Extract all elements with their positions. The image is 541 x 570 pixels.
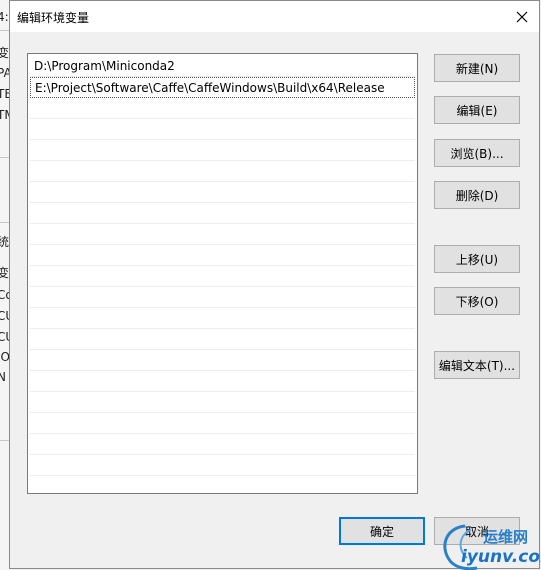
close-icon [516,11,528,22]
list-item-empty[interactable] [30,245,415,266]
background-text: 变 [0,266,10,280]
list-item-empty[interactable] [30,455,415,476]
list-item-empty[interactable] [30,329,415,350]
list-item-empty[interactable] [30,392,415,413]
watermark-url: iyunv.com [461,547,541,567]
list-item-empty[interactable] [30,119,415,140]
list-item[interactable]: E:\Project\Software\Caffe\CaffeWindows\B… [30,77,415,98]
list-item-empty[interactable] [30,350,415,371]
list-item-empty[interactable] [30,371,415,392]
watermark-text: 运维网 [483,528,529,546]
list-item-empty[interactable] [30,140,415,161]
list-item-empty[interactable] [30,224,415,245]
delete-button[interactable]: 删除(D) [434,181,520,209]
ok-button[interactable]: 确定 [339,517,425,545]
background-text: N [0,370,6,384]
edit-button[interactable]: 编辑(E) [434,96,520,124]
browse-button[interactable]: 浏览(B)... [434,139,520,167]
move-up-button[interactable]: 上移(U) [434,245,520,273]
list-item-empty[interactable] [30,182,415,203]
dialog-title: 编辑环境变量 [17,11,90,25]
background-text: 统 [0,235,10,249]
path-list[interactable]: D:\Program\Miniconda2 E:\Project\Softwar… [27,53,418,494]
background-text: 变 [0,46,10,60]
move-down-button[interactable]: 下移(O) [434,287,520,315]
list-item-empty[interactable] [30,308,415,329]
close-button[interactable] [505,1,539,32]
list-item-empty[interactable] [30,413,415,434]
list-item-empty[interactable] [30,98,415,119]
new-button[interactable]: 新建(N) [434,54,520,82]
watermark: 运维网 iyunv.com [437,520,541,570]
edit-env-var-dialog: 编辑环境变量 D:\Program\Miniconda2 E:\Project\… [9,0,540,569]
list-item-empty[interactable] [30,287,415,308]
list-item-empty[interactable] [30,266,415,287]
list-item-empty[interactable] [30,203,415,224]
list-item[interactable]: D:\Program\Miniconda2 [30,56,415,77]
edit-text-button[interactable]: 编辑文本(T)... [434,351,520,379]
list-item-empty[interactable] [30,161,415,182]
list-item-empty[interactable] [30,434,415,455]
background-text: 4: [0,10,9,24]
title-bar: 编辑环境变量 [10,1,539,32]
